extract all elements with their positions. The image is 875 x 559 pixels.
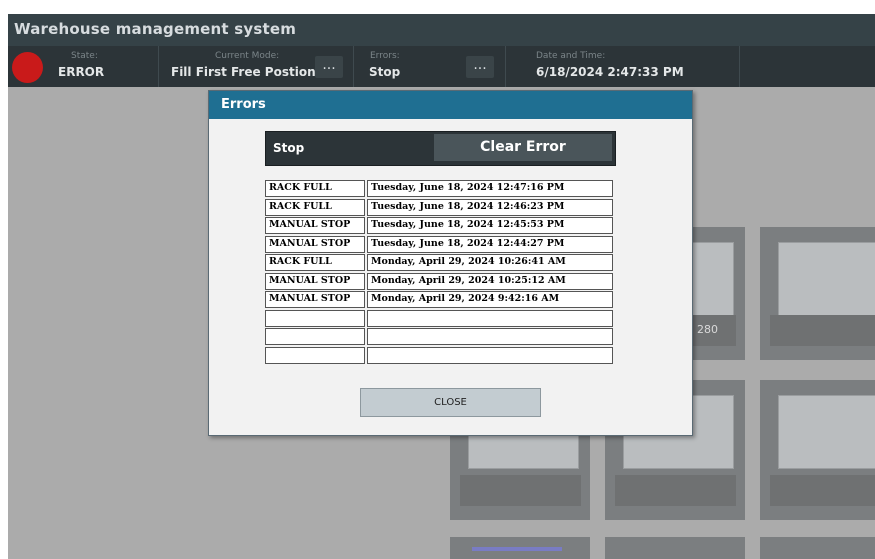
- errors-more-button[interactable]: ...: [466, 56, 494, 78]
- error-time: Tuesday, June 18, 2024 12:47:16 PM: [371, 182, 565, 193]
- error-type-cell: MANUAL STOP: [265, 272, 365, 290]
- error-time-cell: Monday, April 29, 2024 10:26:41 AM: [367, 254, 613, 271]
- error-time: Tuesday, June 18, 2024 12:46:23 PM: [371, 200, 565, 212]
- error-time: Monday, April 29, 2024 9:42:16 AM: [371, 293, 560, 304]
- error-type-cell: MANUAL STOP: [265, 291, 365, 308]
- state-indicator-icon: [12, 52, 43, 83]
- errors-dialog: Errors Stop Clear Error RACK FULL Tuesday…: [208, 90, 693, 436]
- status-divider: [158, 46, 159, 87]
- error-type: MANUAL STOP: [269, 274, 351, 286]
- datetime-label: Date and Time:: [536, 51, 606, 61]
- error-time-cell: [367, 309, 613, 327]
- clear-error-button[interactable]: Clear Error: [434, 134, 612, 161]
- error-time-cell: Monday, April 29, 2024 9:42:16 AM: [367, 291, 613, 308]
- error-type: MANUAL STOP: [269, 219, 351, 230]
- mode-more-button[interactable]: ...: [315, 56, 343, 78]
- error-type: MANUAL STOP: [269, 237, 351, 249]
- error-time-cell: [367, 328, 613, 345]
- error-time-cell: Tuesday, June 18, 2024 12:44:27 PM: [367, 235, 613, 253]
- dialog-title: Errors: [221, 97, 266, 112]
- error-type-cell: MANUAL STOP: [265, 235, 365, 253]
- error-time: Tuesday, June 18, 2024 12:45:53 PM: [371, 219, 565, 230]
- error-type-cell: [265, 346, 365, 364]
- title-bar: Warehouse management system: [8, 14, 875, 46]
- mode-label: Current Mode:: [215, 51, 280, 61]
- error-type: RACK FULL: [269, 256, 332, 267]
- app-title: Warehouse management system: [14, 20, 297, 38]
- error-time-cell: [367, 346, 613, 364]
- error-type-cell: RACK FULL: [265, 198, 365, 216]
- status-divider: [353, 46, 354, 87]
- error-type-cell: RACK FULL: [265, 180, 365, 197]
- stop-text: Stop: [273, 141, 305, 155]
- status-divider: [505, 46, 506, 87]
- error-type-cell: [265, 309, 365, 327]
- error-time-cell: Tuesday, June 18, 2024 12:46:23 PM: [367, 198, 613, 216]
- errors-label: Errors:: [370, 51, 400, 61]
- errors-value: Stop: [369, 65, 401, 79]
- status-bar: State: ERROR Current Mode: Fill First Fr…: [8, 46, 875, 87]
- error-time: Monday, April 29, 2024 10:25:12 AM: [371, 274, 566, 286]
- error-time: Tuesday, June 18, 2024 12:44:27 PM: [371, 237, 565, 249]
- status-divider: [739, 46, 740, 87]
- error-type-cell: RACK FULL: [265, 254, 365, 271]
- error-type: RACK FULL: [269, 182, 332, 193]
- app-window: Warehouse management system State: ERROR…: [8, 14, 875, 559]
- error-time-cell: Monday, April 29, 2024 10:25:12 AM: [367, 272, 613, 290]
- error-time-cell: Tuesday, June 18, 2024 12:47:16 PM: [367, 180, 613, 197]
- datetime-value: 6/18/2024 2:47:33 PM: [536, 65, 684, 79]
- error-time: Monday, April 29, 2024 10:26:41 AM: [371, 256, 566, 267]
- stop-bar: Stop Clear Error: [265, 131, 616, 166]
- state-label: State:: [71, 51, 98, 61]
- error-time-cell: Tuesday, June 18, 2024 12:45:53 PM: [367, 217, 613, 234]
- mode-value: Fill First Free Postion: [171, 65, 316, 79]
- error-type-cell: MANUAL STOP: [265, 217, 365, 234]
- error-type-cell: [265, 328, 365, 345]
- error-type: MANUAL STOP: [269, 293, 351, 304]
- state-value: ERROR: [58, 65, 105, 79]
- error-type: RACK FULL: [269, 200, 332, 212]
- dialog-title-bar: Errors: [209, 91, 692, 119]
- close-button[interactable]: CLOSE: [360, 388, 541, 417]
